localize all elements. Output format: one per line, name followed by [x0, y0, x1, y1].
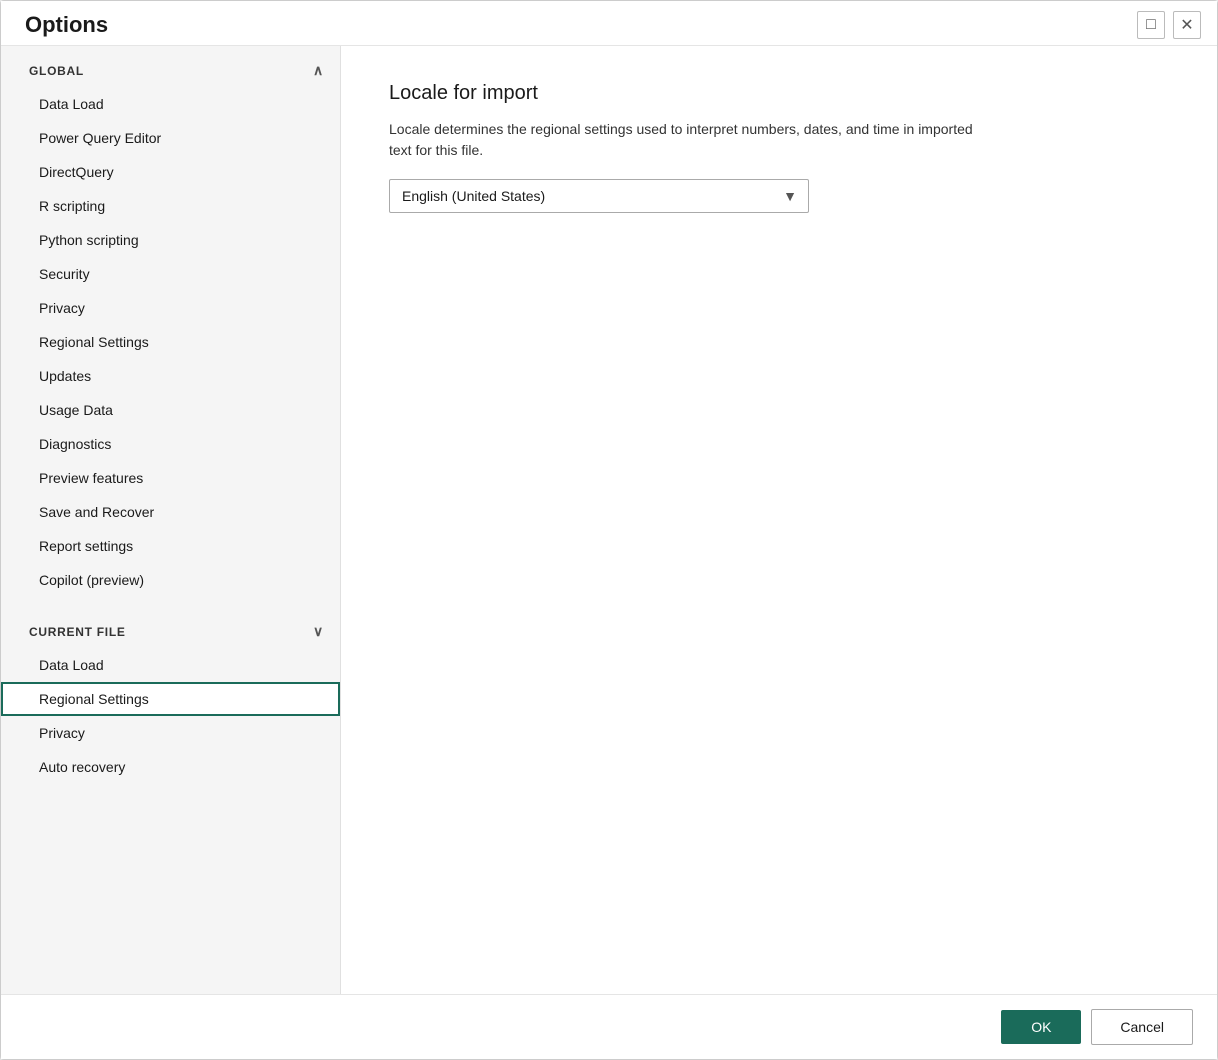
sidebar-item-preview-features[interactable]: Preview features — [1, 461, 340, 495]
sidebar-item-copilot-preview[interactable]: Copilot (preview) — [1, 563, 340, 597]
sidebar-item-regional-settings-current[interactable]: Regional Settings — [1, 682, 340, 716]
sidebar-item-data-load-current[interactable]: Data Load — [1, 648, 340, 682]
content-title: Locale for import — [389, 82, 1169, 105]
current-file-chevron-icon[interactable]: ∨ — [313, 623, 324, 640]
dialog-footer: OK Cancel — [1, 994, 1217, 1059]
content-description: Locale determines the regional settings … — [389, 119, 1069, 161]
content-desc-line1: Locale determines the regional settings … — [389, 121, 973, 137]
content-desc-line2: text for this file. — [389, 142, 483, 158]
sidebar-item-r-scripting[interactable]: R scripting — [1, 189, 340, 223]
current-file-section-label: CURRENT FILE — [29, 625, 126, 639]
main-content: Locale for import Locale determines the … — [341, 46, 1217, 994]
sidebar-item-power-query-editor[interactable]: Power Query Editor — [1, 121, 340, 155]
sidebar-item-usage-data[interactable]: Usage Data — [1, 393, 340, 427]
sidebar-item-privacy-current[interactable]: Privacy — [1, 716, 340, 750]
sidebar-item-direct-query[interactable]: DirectQuery — [1, 155, 340, 189]
sidebar-scroll[interactable]: GLOBAL ∧ Data Load Power Query Editor Di… — [1, 46, 340, 994]
section-divider — [1, 597, 340, 607]
ok-button[interactable]: OK — [1001, 1010, 1081, 1044]
sidebar-item-report-settings[interactable]: Report settings — [1, 529, 340, 563]
current-file-section-header: CURRENT FILE ∨ — [1, 607, 340, 648]
global-section-label: GLOBAL — [29, 64, 84, 78]
locale-select[interactable]: English (United States)English (United K… — [389, 179, 809, 213]
sidebar-item-save-and-recover[interactable]: Save and Recover — [1, 495, 340, 529]
sidebar-item-python-scripting[interactable]: Python scripting — [1, 223, 340, 257]
sidebar-item-diagnostics[interactable]: Diagnostics — [1, 427, 340, 461]
global-chevron-icon[interactable]: ∧ — [313, 62, 324, 79]
window-controls: □ ✕ — [1137, 11, 1201, 39]
sidebar-item-security[interactable]: Security — [1, 257, 340, 291]
sidebar-item-auto-recovery[interactable]: Auto recovery — [1, 750, 340, 784]
dialog-body: GLOBAL ∧ Data Load Power Query Editor Di… — [1, 45, 1217, 994]
sidebar: GLOBAL ∧ Data Load Power Query Editor Di… — [1, 46, 341, 994]
sidebar-item-privacy[interactable]: Privacy — [1, 291, 340, 325]
options-dialog: Options □ ✕ GLOBAL ∧ Data Load Power Que… — [0, 0, 1218, 1060]
dialog-title: Options — [25, 12, 108, 38]
close-button[interactable]: ✕ — [1173, 11, 1201, 39]
sidebar-item-data-load-global[interactable]: Data Load — [1, 87, 340, 121]
sidebar-item-regional-settings-global[interactable]: Regional Settings — [1, 325, 340, 359]
global-section-header: GLOBAL ∧ — [1, 46, 340, 87]
cancel-button[interactable]: Cancel — [1091, 1009, 1193, 1045]
minimize-button[interactable]: □ — [1137, 11, 1165, 39]
sidebar-item-updates[interactable]: Updates — [1, 359, 340, 393]
title-bar: Options □ ✕ — [1, 1, 1217, 45]
locale-select-wrapper: English (United States)English (United K… — [389, 179, 809, 213]
